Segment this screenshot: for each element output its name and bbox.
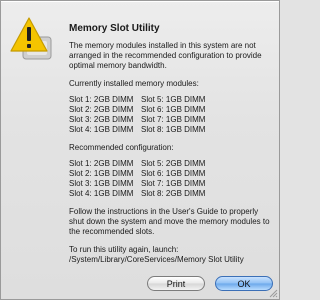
- rerun-label: To run this utility again, launch:: [69, 245, 179, 254]
- recommended-slot-8: Slot 8: 2GB DIMM: [141, 189, 206, 198]
- installed-slot-7: Slot 7: 1GB DIMM: [141, 115, 206, 124]
- recommended-slot-6: Slot 6: 1GB DIMM: [141, 169, 206, 178]
- ok-button[interactable]: OK: [215, 276, 273, 291]
- installed-slot-5: Slot 5: 1GB DIMM: [141, 95, 206, 104]
- warning-icon: [9, 15, 57, 63]
- installed-slot-8: Slot 8: 1GB DIMM: [141, 125, 206, 134]
- recommended-slot-5: Slot 5: 2GB DIMM: [141, 159, 206, 168]
- installed-slots-grid: Slot 1: 2GB DIMM Slot 5: 1GB DIMM Slot 2…: [69, 95, 274, 135]
- dialog-title: Memory Slot Utility: [69, 23, 160, 34]
- resize-grip-icon[interactable]: [268, 288, 278, 298]
- installed-heading: Currently installed memory modules:: [69, 79, 199, 88]
- dialog-buttons: Print OK: [147, 276, 273, 291]
- rerun-path: /System/Library/CoreServices/Memory Slot…: [69, 255, 244, 264]
- recommended-slot-2: Slot 2: 1GB DIMM: [69, 169, 134, 178]
- instructions-text: Follow the instructions in the User's Gu…: [69, 207, 270, 236]
- installed-slot-6: Slot 6: 1GB DIMM: [141, 105, 206, 114]
- installed-slot-3: Slot 3: 2GB DIMM: [69, 115, 134, 124]
- recommended-slot-4: Slot 4: 1GB DIMM: [69, 189, 134, 198]
- recommended-slot-3: Slot 3: 1GB DIMM: [69, 179, 134, 188]
- installed-slot-4: Slot 4: 1GB DIMM: [69, 125, 134, 134]
- print-button[interactable]: Print: [147, 276, 205, 291]
- dialog-content: Memory Slot Utility The memory modules i…: [69, 23, 274, 265]
- recommended-slots-grid: Slot 1: 2GB DIMM Slot 5: 2GB DIMM Slot 2…: [69, 159, 274, 199]
- installed-slot-2: Slot 2: 2GB DIMM: [69, 105, 134, 114]
- installed-slot-1: Slot 1: 2GB DIMM: [69, 95, 134, 104]
- recommended-slot-7: Slot 7: 1GB DIMM: [141, 179, 206, 188]
- memory-slot-utility-dialog: Memory Slot Utility The memory modules i…: [0, 0, 280, 300]
- dialog-message: The memory modules installed in this sys…: [69, 41, 262, 70]
- recommended-slot-1: Slot 1: 2GB DIMM: [69, 159, 134, 168]
- recommended-heading: Recommended configuration:: [69, 143, 174, 152]
